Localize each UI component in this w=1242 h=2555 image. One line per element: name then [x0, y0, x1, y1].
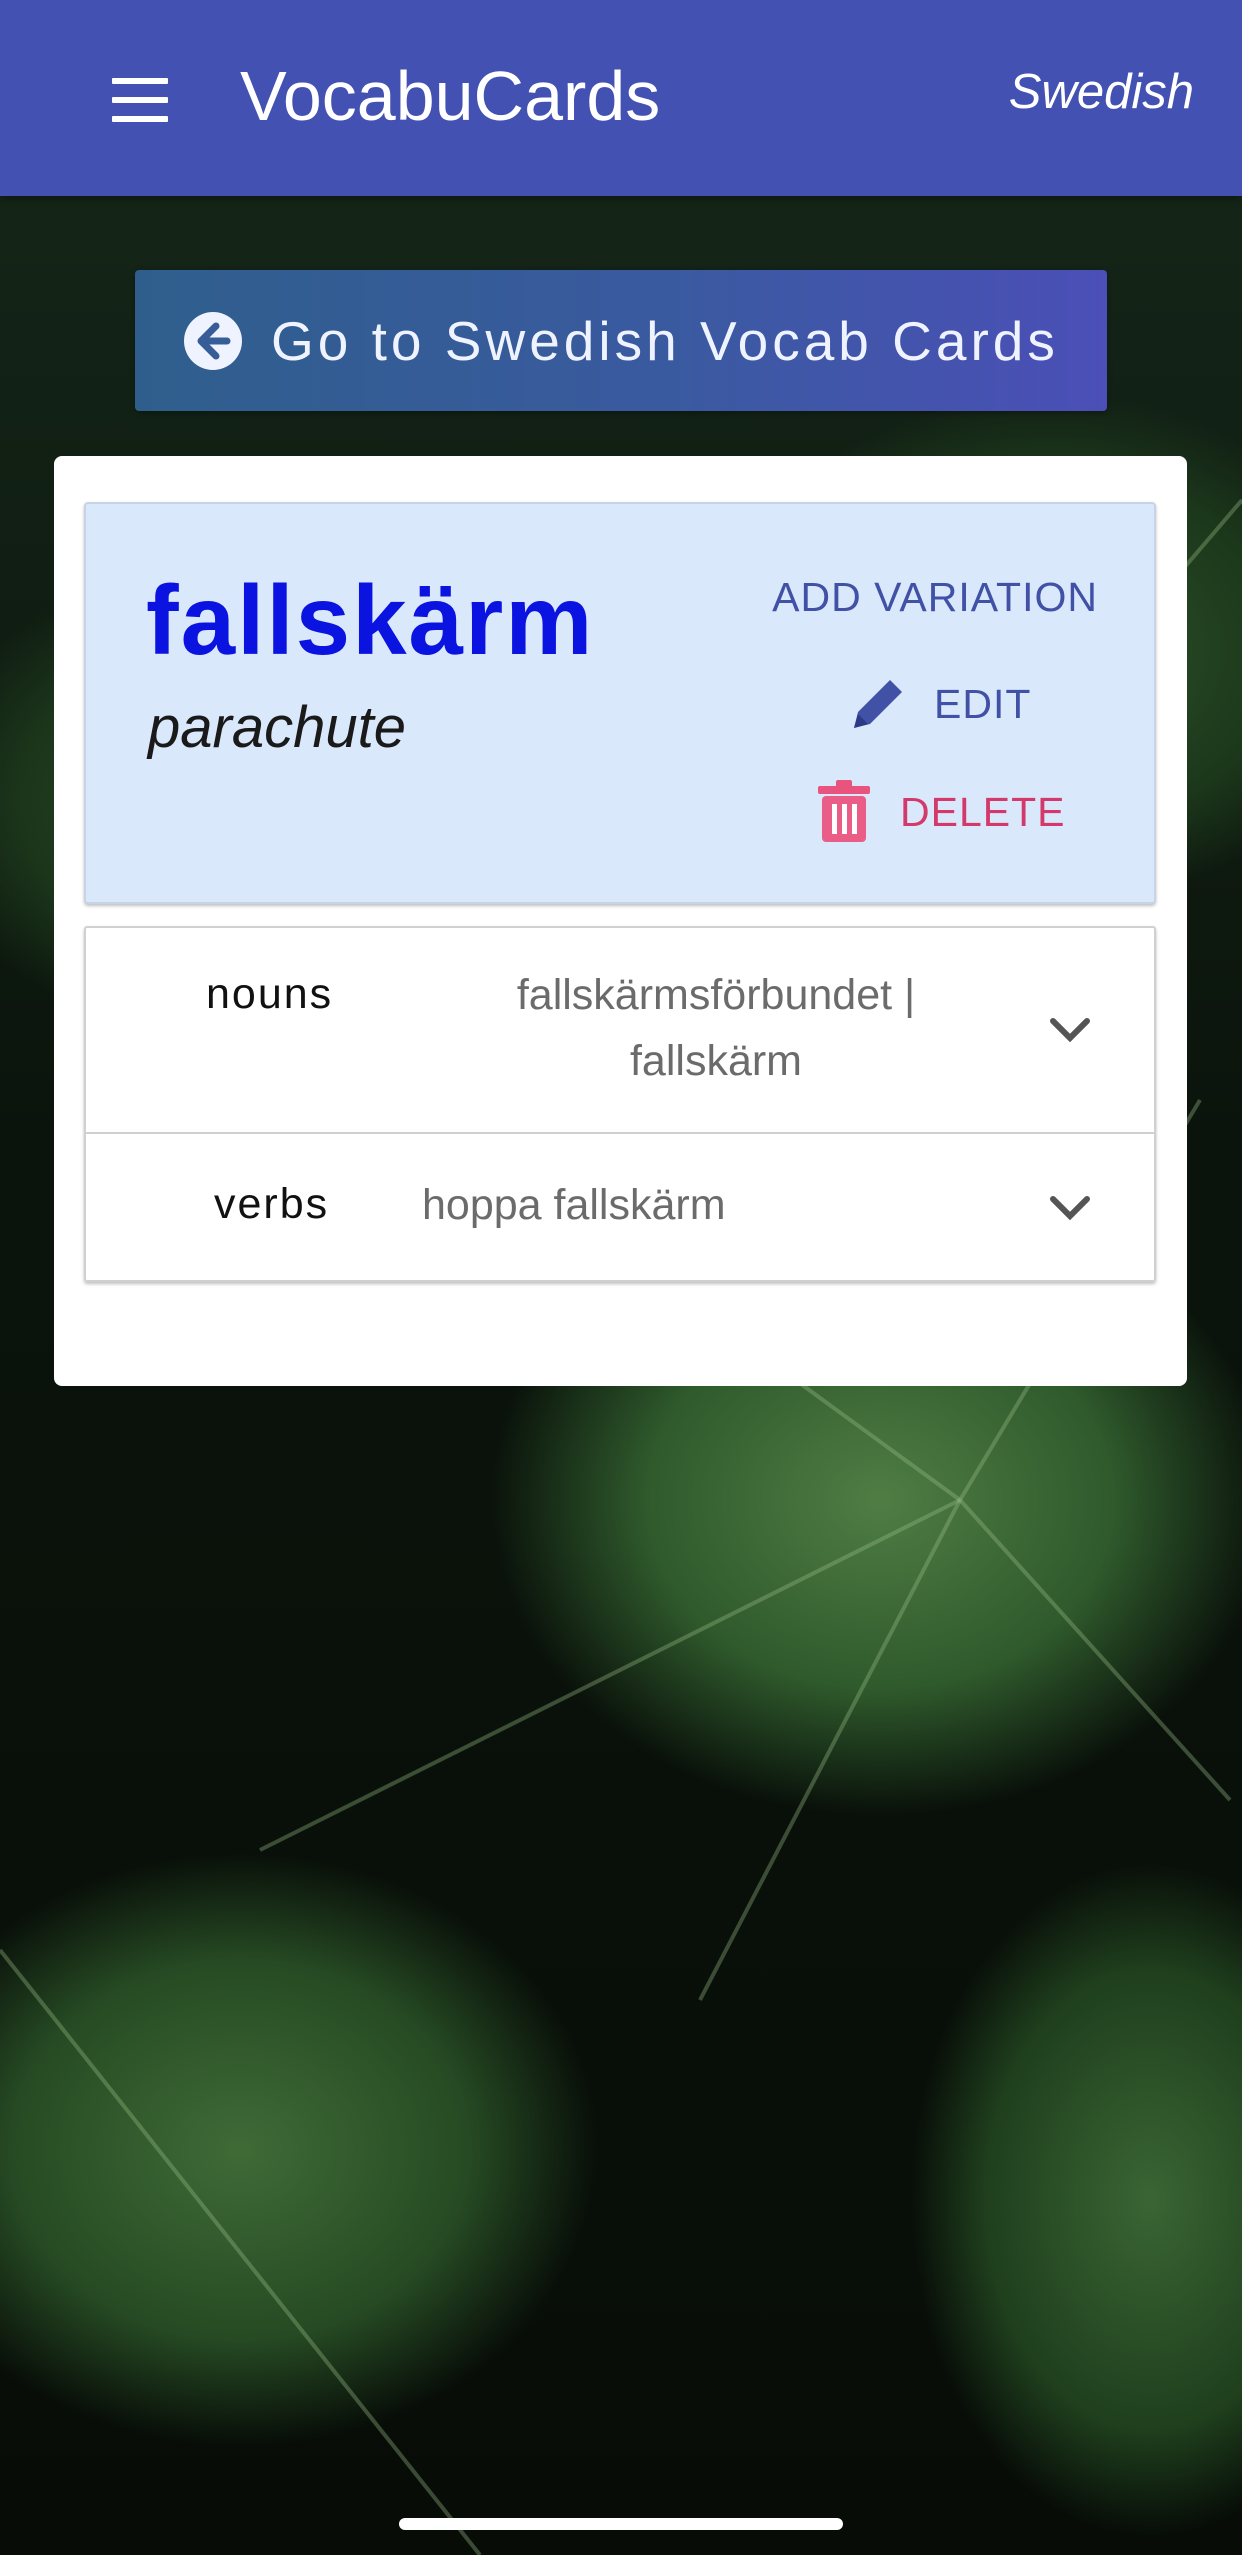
variation-values: hoppa fallskärm: [422, 1172, 726, 1238]
app-title: VocabuCards: [240, 57, 661, 135]
arrow-left-circle-icon: [184, 311, 242, 370]
chevron-down-icon[interactable]: [1048, 1194, 1092, 1222]
word-panel: fallskärm parachute ADD VARIATION EDIT D…: [84, 502, 1156, 904]
edit-label: EDIT: [934, 680, 1032, 727]
variation-row-nouns[interactable]: nouns fallskärmsförbundet | fallskärm: [86, 928, 1154, 1132]
edit-button[interactable]: EDIT: [846, 672, 1031, 736]
part-of-speech-label: verbs: [214, 1180, 330, 1228]
delete-button[interactable]: DELETE: [814, 780, 1066, 844]
variation-row-verbs[interactable]: verbs hoppa fallskärm: [86, 1132, 1154, 1280]
word-title: fallskärm: [146, 565, 595, 675]
part-of-speech-label: nouns: [206, 970, 334, 1018]
variation-value-line: hoppa fallskärm: [422, 1181, 726, 1229]
pencil-icon: [854, 680, 902, 728]
variation-value-line: fallskärmsförbundet |: [516, 971, 916, 1019]
trash-icon: [818, 780, 870, 842]
variation-value-line: fallskärm: [629, 1037, 803, 1085]
variation-values: fallskärmsförbundet | fallskärm: [446, 962, 986, 1094]
hamburger-menu-icon[interactable]: [112, 78, 172, 122]
go-to-vocab-cards-button[interactable]: Go to Swedish Vocab Cards: [135, 270, 1107, 411]
delete-label: DELETE: [900, 788, 1066, 835]
vocab-card: fallskärm parachute ADD VARIATION EDIT D…: [54, 456, 1187, 1386]
app-bar: VocabuCards Swedish: [0, 0, 1242, 196]
language-label[interactable]: Swedish: [1009, 64, 1194, 120]
add-variation-button[interactable]: ADD VARIATION: [772, 574, 1098, 621]
home-indicator[interactable]: [399, 2518, 843, 2530]
go-to-vocab-cards-label: Go to Swedish Vocab Cards: [271, 309, 1059, 372]
variations-list: nouns fallskärmsförbundet | fallskärm ve…: [84, 926, 1156, 1282]
chevron-down-icon[interactable]: [1048, 1016, 1092, 1044]
word-translation: parachute: [148, 695, 406, 760]
